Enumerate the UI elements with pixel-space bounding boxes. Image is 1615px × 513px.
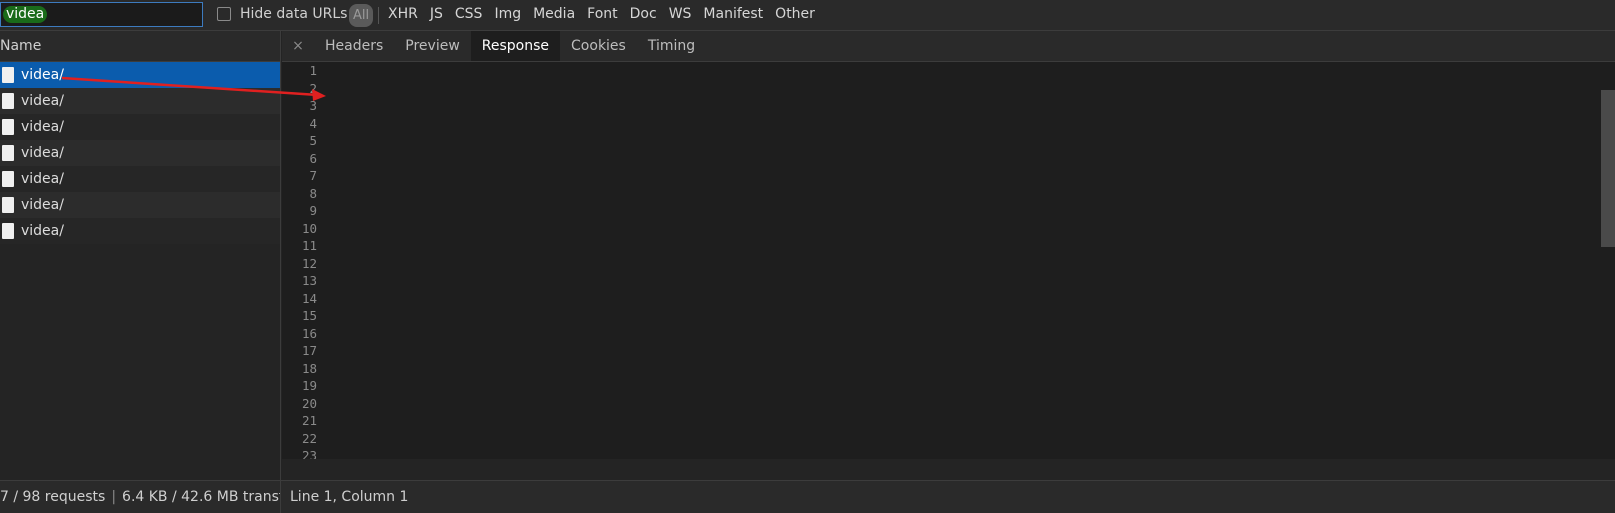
- type-filter-font[interactable]: Font: [587, 6, 617, 22]
- line-number: 9: [309, 203, 317, 218]
- line-number: 6: [309, 150, 317, 166]
- hide-data-urls-label: Hide data URLs: [240, 6, 348, 22]
- request-row[interactable]: videa/: [0, 114, 280, 140]
- detail-tabs: × Headers Preview Response Cookies Timin…: [282, 31, 1615, 62]
- filter-input-value: videa: [3, 6, 48, 23]
- document-icon: [2, 93, 14, 109]
- request-row[interactable]: videa/: [0, 218, 280, 244]
- request-row[interactable]: videa/: [0, 62, 280, 88]
- request-row[interactable]: videa/: [0, 140, 280, 166]
- line-number: 23: [301, 448, 317, 459]
- type-filter-all[interactable]: All: [349, 4, 373, 27]
- line-number: 22: [301, 430, 317, 446]
- status-divider: |: [111, 489, 117, 505]
- type-filter-other[interactable]: Other: [775, 6, 815, 22]
- filter-bar: videa Hide data URLs All XHR JS CSS Img …: [0, 0, 1615, 31]
- line-number: 1: [309, 63, 317, 78]
- document-icon: [2, 119, 14, 135]
- line-number: 16: [301, 325, 317, 341]
- type-filter-divider: [378, 7, 379, 24]
- hide-data-urls-toggle[interactable]: Hide data URLs: [217, 6, 347, 22]
- transfer-size: 6.4 KB / 42.6 MB transf...: [122, 489, 281, 505]
- request-name: videa/: [21, 145, 64, 161]
- hide-data-urls-checkbox[interactable]: [217, 7, 231, 21]
- type-filter-media[interactable]: Media: [533, 6, 575, 22]
- request-name: videa/: [21, 223, 64, 239]
- request-summary: 7 / 98 requests | 6.4 KB / 42.6 MB transf.…: [0, 481, 281, 513]
- document-icon: [2, 171, 14, 187]
- line-number: 3: [309, 98, 317, 113]
- type-filter-ws[interactable]: WS: [669, 6, 692, 22]
- line-number: 18: [301, 360, 317, 376]
- vertical-scrollbar[interactable]: [1601, 90, 1615, 247]
- request-list-panel: Name videa/ videa/ videa/ videa/ videa/ …: [0, 31, 281, 480]
- tab-timing[interactable]: Timing: [637, 31, 706, 61]
- line-number: 17: [301, 343, 317, 358]
- document-icon: [2, 197, 14, 213]
- line-number: 11: [301, 238, 317, 253]
- type-filter-img[interactable]: Img: [494, 6, 521, 22]
- cursor-position: Line 1, Column 1: [290, 489, 409, 505]
- request-list: videa/ videa/ videa/ videa/ videa/ videa…: [0, 62, 280, 244]
- request-name: videa/: [21, 93, 64, 109]
- line-number: 2: [309, 80, 317, 96]
- filter-input[interactable]: videa: [0, 2, 203, 27]
- line-number: 15: [301, 308, 317, 323]
- line-number: 13: [301, 273, 317, 288]
- request-name: videa/: [21, 171, 64, 187]
- line-number: 12: [301, 255, 317, 271]
- request-detail-panel: × Headers Preview Response Cookies Timin…: [282, 31, 1615, 480]
- document-icon: [2, 67, 14, 83]
- line-number: 10: [301, 220, 317, 236]
- tab-response[interactable]: Response: [470, 31, 561, 61]
- type-filter-css[interactable]: CSS: [455, 6, 483, 22]
- request-name: videa/: [21, 197, 64, 213]
- type-filter-manifest[interactable]: Manifest: [703, 6, 763, 22]
- line-number: 8: [309, 185, 317, 201]
- type-filter-js[interactable]: JS: [430, 6, 443, 22]
- document-icon: [2, 145, 14, 161]
- request-row[interactable]: videa/: [0, 166, 280, 192]
- tab-cookies[interactable]: Cookies: [560, 31, 637, 61]
- document-icon: [2, 223, 14, 239]
- line-number-gutter: 1 2 3 4 5 6 7 8 9 10 11 12 13 14 15 16 1…: [282, 62, 320, 459]
- line-number: 14: [301, 290, 317, 306]
- request-row[interactable]: videa/: [0, 192, 280, 218]
- line-number: 5: [309, 133, 317, 148]
- type-filter-xhr[interactable]: XHR: [388, 6, 418, 22]
- tab-preview[interactable]: Preview: [394, 31, 471, 61]
- request-name: videa/: [21, 67, 64, 83]
- line-number: 4: [309, 115, 317, 131]
- close-icon[interactable]: ×: [282, 31, 314, 61]
- request-name: videa/: [21, 119, 64, 135]
- type-filters: XHR JS CSS Img Media Font Doc WS Manifes…: [388, 6, 827, 22]
- line-number: 21: [301, 413, 317, 428]
- request-count: 7 / 98 requests: [0, 489, 106, 505]
- tab-headers[interactable]: Headers: [314, 31, 394, 61]
- line-number: 19: [301, 378, 317, 393]
- line-number: 20: [301, 395, 317, 411]
- name-column-header[interactable]: Name: [0, 31, 280, 62]
- type-filter-doc[interactable]: Doc: [630, 6, 657, 22]
- response-editor[interactable]: 1 2 3 4 5 6 7 8 9 10 11 12 13 14 15 16 1…: [282, 62, 1615, 459]
- request-row[interactable]: videa/: [0, 88, 280, 114]
- status-bar: 7 / 98 requests | 6.4 KB / 42.6 MB transf.…: [0, 480, 1615, 513]
- line-number: 7: [309, 168, 317, 183]
- code-lines: [324, 62, 1604, 459]
